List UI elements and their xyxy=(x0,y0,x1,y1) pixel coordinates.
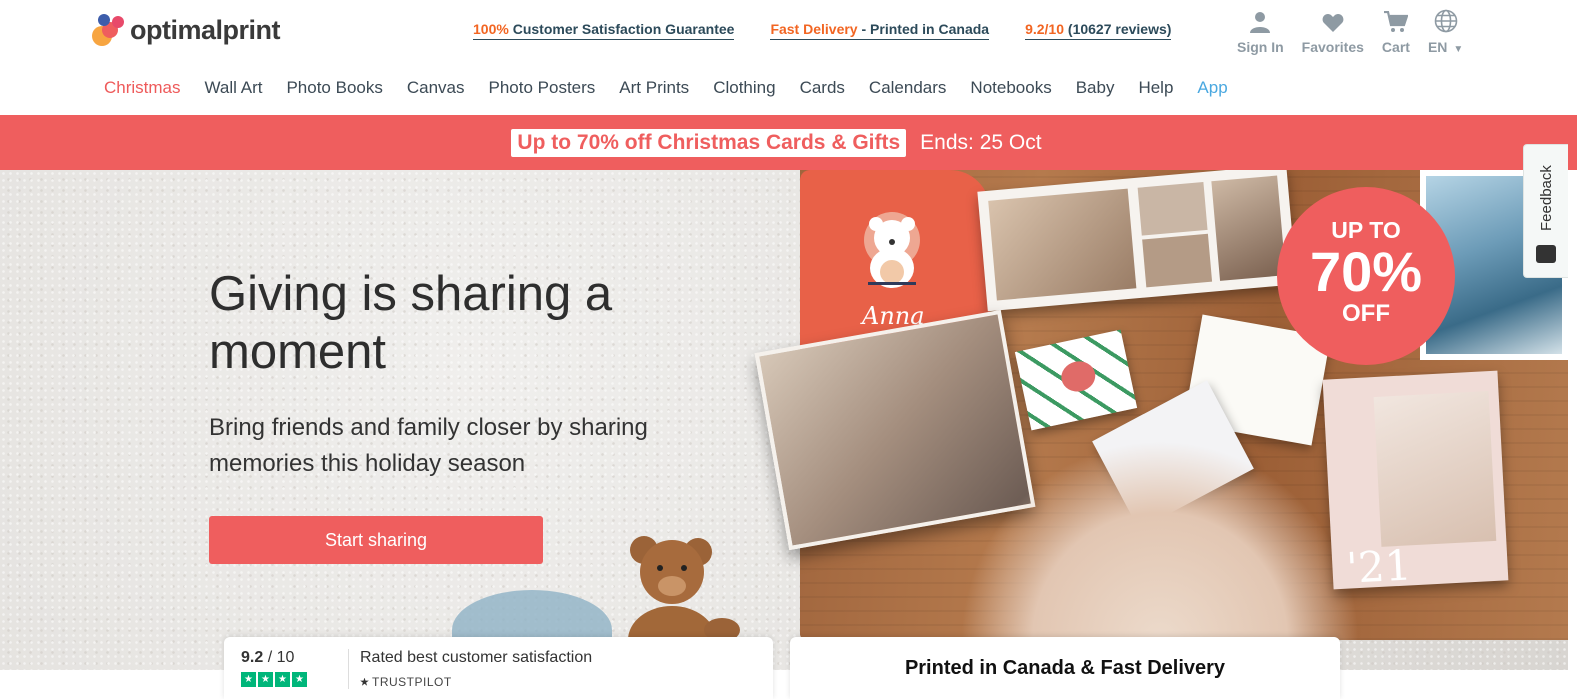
logo-text: optimalprint xyxy=(130,14,281,45)
promo-ends: Ends: 25 Oct xyxy=(920,130,1042,154)
cart-label: Cart xyxy=(1381,39,1410,55)
star-icon: ★ xyxy=(241,672,256,687)
calendar-image: '21 xyxy=(1322,370,1509,593)
usp-text: (10627 reviews) xyxy=(1064,21,1172,37)
usp-delivery[interactable]: Fast Delivery - Printed in Canada xyxy=(770,21,990,40)
nav-item-photo-posters[interactable]: Photo Posters xyxy=(489,78,596,98)
feedback-label: Feedback xyxy=(1538,165,1555,231)
usp-highlight: 9.2/10 xyxy=(1025,21,1065,37)
delivery-card[interactable]: Printed in Canada & Fast Delivery xyxy=(790,637,1340,699)
nav-item-christmas[interactable]: Christmas xyxy=(104,78,181,98)
badge-line-2: 70% xyxy=(1309,240,1423,303)
usp-satisfaction[interactable]: 100% Customer Satisfaction Guarantee xyxy=(473,21,735,40)
promo-offer[interactable]: Up to 70% off Christmas Cards & Gifts xyxy=(511,128,907,157)
language-value: EN ▼ xyxy=(1428,39,1463,55)
nav-item-wall-art[interactable]: Wall Art xyxy=(205,78,263,98)
nav-item-clothing[interactable]: Clothing xyxy=(713,78,775,98)
usp-text: - Printed in Canada xyxy=(857,21,990,37)
polar-bear-icon xyxy=(864,212,920,288)
start-sharing-button[interactable]: Start sharing xyxy=(209,516,543,564)
calendar-year-text: '21 xyxy=(1345,540,1413,593)
nav-item-app[interactable]: App xyxy=(1197,78,1227,98)
language-selector[interactable]: EN ▼ xyxy=(1428,7,1463,55)
usp-reviews[interactable]: 9.2/10 (10627 reviews) xyxy=(1025,21,1172,40)
rating-value: 9.2 xyxy=(241,649,264,666)
trustpilot-label: TRUSTPILOT xyxy=(372,675,452,689)
cart-button[interactable]: Cart xyxy=(1382,7,1410,55)
sign-in-label: Sign In xyxy=(1237,39,1284,55)
nav-item-notebooks[interactable]: Notebooks xyxy=(970,78,1051,98)
nav-item-help[interactable]: Help xyxy=(1138,78,1173,98)
usp-bar: 100% Customer Satisfaction Guarantee Fas… xyxy=(473,21,1207,40)
star-icon: ★ xyxy=(292,672,307,687)
bow-icon xyxy=(1058,358,1099,395)
favorites-button[interactable]: Favorites xyxy=(1302,7,1364,55)
hero-title: Giving is sharing a moment xyxy=(209,267,613,379)
site-header: optimalprint 100% Customer Satisfaction … xyxy=(0,0,1577,115)
trustpilot-star-icon xyxy=(360,677,369,686)
nav-item-baby[interactable]: Baby xyxy=(1076,78,1115,98)
trustpilot-logo: TRUSTPILOT xyxy=(360,675,452,689)
language-label: EN xyxy=(1427,39,1448,55)
usp-highlight: 100% xyxy=(473,21,509,37)
cart-icon xyxy=(1383,7,1408,33)
logo-mark-icon xyxy=(92,12,128,48)
globe-icon xyxy=(1434,7,1458,33)
logo[interactable]: optimalprint xyxy=(92,12,281,48)
promo-banner[interactable]: Up to 70% off Christmas Cards & Gifts En… xyxy=(0,115,1577,170)
utility-nav: Sign In Favorites Cart EN ▼ xyxy=(1237,7,1481,55)
usp-highlight: Fast Delivery xyxy=(770,21,858,37)
chevron-down-icon: ▼ xyxy=(1453,44,1464,55)
rating-caption: Rated best customer satisfaction xyxy=(360,649,593,666)
nav-item-canvas[interactable]: Canvas xyxy=(407,78,465,98)
discount-badge: UP TO 70% OFF xyxy=(1277,187,1455,365)
rating-stars: ★ ★ ★ ★ xyxy=(241,672,309,687)
badge-line-3: OFF xyxy=(1342,300,1390,327)
rating-score: 9.2 / 10 xyxy=(241,649,294,667)
hero-banner: Giving is sharing a moment Bring friends… xyxy=(0,170,1568,670)
writing-hands-image xyxy=(960,440,1360,640)
chat-icon xyxy=(1536,245,1556,263)
heart-icon xyxy=(1322,7,1344,33)
nav-item-art-prints[interactable]: Art Prints xyxy=(619,78,689,98)
main-nav: Christmas Wall Art Photo Books Canvas Ph… xyxy=(104,78,1252,98)
star-icon: ★ xyxy=(258,672,273,687)
feedback-tab[interactable]: Feedback xyxy=(1523,144,1568,278)
user-icon xyxy=(1249,7,1271,33)
star-icon: ★ xyxy=(275,672,290,687)
nav-item-cards[interactable]: Cards xyxy=(800,78,845,98)
hero-subtitle: Bring friends and family closer by shari… xyxy=(209,414,648,477)
nav-item-photo-books[interactable]: Photo Books xyxy=(286,78,382,98)
rating-scale: / 10 xyxy=(263,649,295,666)
trustpilot-rating-card[interactable]: 9.2 / 10 ★ ★ ★ ★ Rated best customer sat… xyxy=(224,637,773,699)
divider xyxy=(348,649,349,689)
usp-text: Customer Satisfaction Guarantee xyxy=(508,21,735,37)
favorites-label: Favorites xyxy=(1301,39,1364,55)
nav-item-calendars[interactable]: Calendars xyxy=(869,78,947,98)
sign-in-button[interactable]: Sign In xyxy=(1237,7,1284,55)
delivery-title: Printed in Canada & Fast Delivery xyxy=(904,657,1226,679)
